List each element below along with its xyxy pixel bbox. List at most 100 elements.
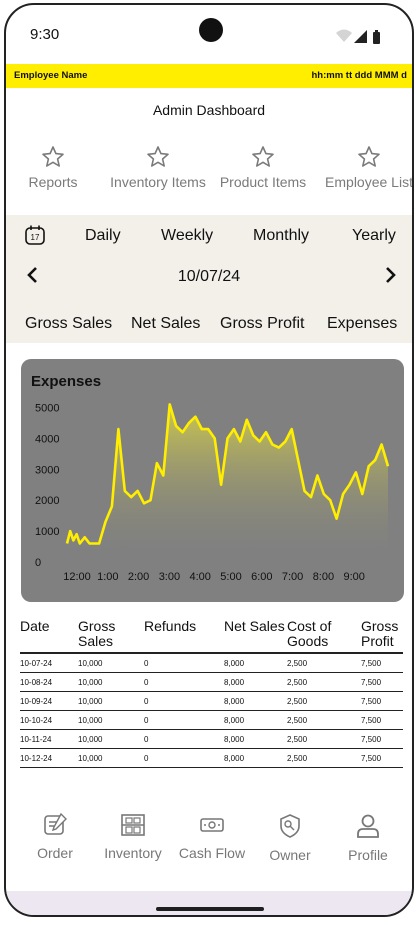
quick-action-employee-list[interactable]: Employee List bbox=[319, 145, 413, 190]
table-cell: 8,000 bbox=[224, 729, 287, 749]
quick-action-label: Product Items bbox=[219, 174, 307, 190]
current-date: 10/07/24 bbox=[177, 268, 241, 285]
quick-action-reports[interactable]: Reports bbox=[6, 145, 103, 190]
nav-label: Order bbox=[37, 845, 73, 861]
sales-table: Date Gross Sales Refunds Net Sales Cost … bbox=[20, 616, 403, 768]
table-cell: 0 bbox=[144, 748, 224, 768]
metric-tab-net-sales[interactable]: Net Sales bbox=[131, 315, 200, 333]
table-row: 10-08-24 10,000 0 8,000 2,500 7,500 bbox=[20, 672, 403, 692]
x-tick-label: 6:00 bbox=[251, 571, 272, 583]
calendar-icon[interactable]: 17 bbox=[24, 224, 46, 246]
nav-label: Profile bbox=[348, 847, 388, 863]
metric-tab-expenses[interactable]: Expenses bbox=[327, 315, 397, 333]
table-cell: 0 bbox=[144, 691, 224, 711]
star-icon bbox=[147, 146, 169, 167]
quick-action-label: Reports bbox=[28, 174, 78, 190]
star-icon bbox=[42, 146, 64, 167]
table-cell: 2,500 bbox=[287, 653, 361, 673]
metric-tab-gross-profit[interactable]: Gross Profit bbox=[220, 315, 304, 333]
nav-inventory[interactable]: Inventory bbox=[90, 813, 176, 861]
y-tick-label: 4000 bbox=[35, 433, 59, 445]
battery-icon bbox=[373, 32, 380, 44]
table-cell: 10,000 bbox=[78, 653, 144, 673]
star-icon bbox=[252, 146, 274, 167]
column-header: Gross Profit bbox=[361, 616, 403, 654]
quick-action-label: Employee List bbox=[325, 174, 413, 190]
wifi-icon bbox=[336, 29, 352, 42]
period-tab-yearly[interactable]: Yearly bbox=[352, 227, 396, 245]
x-tick-label: 5:00 bbox=[220, 571, 241, 583]
table-cell: 10,000 bbox=[78, 729, 144, 749]
column-header: Net Sales bbox=[224, 616, 287, 654]
expenses-chart-card: Expenses 0 1000 2000 3000 4000 5000 12:00 1:00… bbox=[21, 359, 404, 602]
employee-name: Employee Name bbox=[14, 70, 88, 81]
table-cell: 8,000 bbox=[224, 653, 287, 673]
table-cell: 10-11-24 bbox=[20, 729, 78, 749]
star-icon bbox=[358, 146, 380, 167]
metric-tab-gross-sales[interactable]: Gross Sales bbox=[25, 315, 112, 333]
table-cell: 10-08-24 bbox=[20, 672, 78, 692]
table-cell: 2,500 bbox=[287, 672, 361, 692]
x-tick-label: 2:00 bbox=[128, 571, 149, 583]
gesture-area bbox=[6, 891, 412, 915]
table-cell: 8,000 bbox=[224, 748, 287, 768]
page-title: Admin Dashboard bbox=[152, 102, 266, 118]
x-tick-label: 4:00 bbox=[189, 571, 210, 583]
y-tick-label: 5000 bbox=[35, 402, 59, 414]
table-cell: 10-12-24 bbox=[20, 748, 78, 768]
nav-label: Owner bbox=[269, 847, 311, 863]
table-cell: 7,500 bbox=[361, 672, 403, 692]
period-tab-daily[interactable]: Daily bbox=[85, 227, 121, 245]
period-tab-weekly[interactable]: Weekly bbox=[161, 227, 213, 245]
table-cell: 7,500 bbox=[361, 710, 403, 730]
nav-owner[interactable]: Owner bbox=[247, 813, 333, 863]
employee-header-bar: Employee Name hh:mm tt ddd MMM d bbox=[6, 64, 412, 88]
y-tick-label: 1000 bbox=[35, 526, 59, 538]
chevron-right-icon[interactable] bbox=[384, 266, 398, 284]
home-gesture-bar[interactable] bbox=[156, 907, 264, 911]
column-header: Gross Sales bbox=[78, 616, 144, 654]
y-tick-label: 3000 bbox=[35, 464, 59, 476]
column-header: Cost of Goods bbox=[287, 616, 361, 654]
nav-label: Inventory bbox=[104, 845, 162, 861]
period-tab-monthly[interactable]: Monthly bbox=[253, 227, 309, 245]
status-bar: 9:30 bbox=[6, 5, 412, 65]
y-tick-label: 0 bbox=[35, 557, 41, 569]
expenses-chart: 0 1000 2000 3000 4000 5000 12:00 1:00 2:00 3:00 4… bbox=[35, 402, 390, 583]
x-tick-label: 8:00 bbox=[313, 571, 334, 583]
calendar-day: 17 bbox=[31, 233, 40, 242]
table-cell: 8,000 bbox=[224, 691, 287, 711]
table-cell: 0 bbox=[144, 729, 224, 749]
period-selector: 17 Daily Weekly Monthly Yearly 10/07/24 bbox=[6, 215, 412, 309]
nav-label: Cash Flow bbox=[178, 845, 246, 861]
phone-frame: 9:30 Employee Name hh:mm tt ddd MMM d Ad… bbox=[4, 3, 414, 917]
table-cell: 7,500 bbox=[361, 691, 403, 711]
quick-action-inventory-items[interactable]: Inventory Items bbox=[108, 145, 208, 189]
camera-cutout bbox=[199, 18, 223, 42]
table-cell: 7,500 bbox=[361, 729, 403, 749]
table-cell: 10,000 bbox=[78, 672, 144, 692]
nav-profile[interactable]: Profile bbox=[325, 813, 411, 863]
table-row: 10-07-24 10,000 0 8,000 2,500 7,500 bbox=[20, 653, 403, 673]
quick-action-product-items[interactable]: Product Items bbox=[213, 145, 313, 189]
table-cell: 8,000 bbox=[224, 710, 287, 730]
nav-cash-flow[interactable]: Cash Flow bbox=[169, 813, 255, 861]
table-header-row: Date Gross Sales Refunds Net Sales Cost … bbox=[20, 616, 403, 654]
nav-order[interactable]: Order bbox=[12, 813, 98, 861]
table-row: 10-10-24 10,000 0 8,000 2,500 7,500 bbox=[20, 710, 403, 730]
bottom-navigation: Order Inventory Cash Flow Owner Profile bbox=[6, 805, 412, 875]
table-cell: 2,500 bbox=[287, 710, 361, 730]
quick-action-label: Inventory Items bbox=[110, 174, 206, 190]
inventory-icon bbox=[121, 814, 145, 836]
owner-icon bbox=[280, 814, 300, 838]
x-tick-label: 12:00 bbox=[63, 571, 91, 583]
x-tick-label: 1:00 bbox=[97, 571, 118, 583]
date-navigator: 10/07/24 bbox=[6, 263, 412, 293]
status-time: 9:30 bbox=[30, 26, 60, 43]
header-datetime: hh:mm tt ddd MMM d bbox=[311, 70, 407, 81]
column-header: Refunds bbox=[144, 616, 224, 654]
order-icon bbox=[44, 813, 67, 835]
table-cell: 0 bbox=[144, 672, 224, 692]
table-cell: 10,000 bbox=[78, 748, 144, 768]
table-cell: 10-07-24 bbox=[20, 653, 78, 673]
